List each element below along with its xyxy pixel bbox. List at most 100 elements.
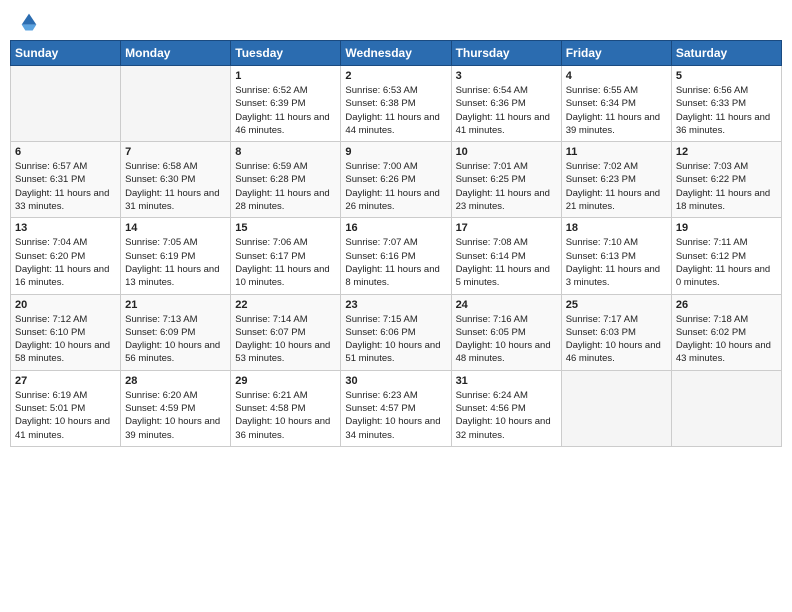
calendar-cell [671,370,781,446]
calendar-cell: 18 Sunrise: 7:10 AM Sunset: 6:13 PM Dayli… [561,218,671,294]
calendar-cell: 8 Sunrise: 6:59 AM Sunset: 6:28 PM Daylig… [231,142,341,218]
cell-content: Sunrise: 6:53 AM Sunset: 6:38 PM Dayligh… [345,84,446,137]
cell-content: Sunrise: 7:10 AM Sunset: 6:13 PM Dayligh… [566,236,667,289]
calendar-cell: 26 Sunrise: 7:18 AM Sunset: 6:02 PM Dayli… [671,294,781,370]
day-number: 26 [676,299,777,311]
day-header-friday: Friday [561,41,671,66]
day-number: 19 [676,222,777,234]
calendar-week-row: 20Sunrise: 7:12 AM Sunset: 6:10 PM Dayli… [11,294,782,370]
calendar-cell [121,66,231,142]
day-number: 2 [345,70,446,82]
cell-content: Sunrise: 7:13 AM Sunset: 6:09 PM Dayligh… [125,313,226,366]
day-number: 31 [456,375,557,387]
calendar-cell: 22Sunrise: 7:14 AM Sunset: 6:07 PM Dayli… [231,294,341,370]
day-number: 18 [566,222,667,234]
cell-content: Sunrise: 7:04 AM Sunset: 6:20 PM Dayligh… [15,236,116,289]
cell-content: Sunrise: 7:11 AM Sunset: 6:12 PM Dayligh… [676,236,777,289]
day-number: 6 [15,146,116,158]
calendar-cell: 3 Sunrise: 6:54 AM Sunset: 6:36 PM Daylig… [451,66,561,142]
day-number: 14 [125,222,226,234]
day-number: 22 [235,299,336,311]
day-number: 20 [15,299,116,311]
calendar-cell: 16Sunrise: 7:07 AM Sunset: 6:16 PM Dayli… [341,218,451,294]
calendar-cell: 1 Sunrise: 6:52 AM Sunset: 6:39 PM Daylig… [231,66,341,142]
calendar-cell: 6 Sunrise: 6:57 AM Sunset: 6:31 PM Daylig… [11,142,121,218]
day-number: 8 [235,146,336,158]
calendar-cell: 2 Sunrise: 6:53 AM Sunset: 6:38 PM Daylig… [341,66,451,142]
calendar-cell: 24 Sunrise: 7:16 AM Sunset: 6:05 PM Dayli… [451,294,561,370]
logo-icon [18,10,40,32]
cell-content: Sunrise: 6:54 AM Sunset: 6:36 PM Dayligh… [456,84,557,137]
day-number: 24 [456,299,557,311]
day-number: 4 [566,70,667,82]
day-header-thursday: Thursday [451,41,561,66]
day-number: 1 [235,70,336,82]
cell-content: Sunrise: 6:58 AM Sunset: 6:30 PM Dayligh… [125,160,226,213]
day-number: 30 [345,375,446,387]
calendar-cell: 23 Sunrise: 7:15 AM Sunset: 6:06 PM Dayli… [341,294,451,370]
day-number: 17 [456,222,557,234]
day-header-monday: Monday [121,41,231,66]
day-header-sunday: Sunday [11,41,121,66]
calendar-cell [11,66,121,142]
cell-content: Sunrise: 6:56 AM Sunset: 6:33 PM Dayligh… [676,84,777,137]
day-number: 29 [235,375,336,387]
cell-content: Sunrise: 6:55 AM Sunset: 6:34 PM Dayligh… [566,84,667,137]
cell-content: Sunrise: 7:17 AM Sunset: 6:03 PM Dayligh… [566,313,667,366]
cell-content: Sunrise: 7:16 AM Sunset: 6:05 PM Dayligh… [456,313,557,366]
calendar-cell: 25 Sunrise: 7:17 AM Sunset: 6:03 PM Dayli… [561,294,671,370]
day-number: 25 [566,299,667,311]
calendar-cell: 31 Sunrise: 6:24 AM Sunset: 4:56 PM Dayli… [451,370,561,446]
calendar-week-row: 27 Sunrise: 6:19 AM Sunset: 5:01 PM Dayli… [11,370,782,446]
day-number: 7 [125,146,226,158]
cell-content: Sunrise: 7:18 AM Sunset: 6:02 PM Dayligh… [676,313,777,366]
calendar-cell: 30 Sunrise: 6:23 AM Sunset: 4:57 PM Dayli… [341,370,451,446]
day-header-wednesday: Wednesday [341,41,451,66]
calendar-cell: 9Sunrise: 7:00 AM Sunset: 6:26 PM Daylig… [341,142,451,218]
calendar-cell: 28Sunrise: 6:20 AM Sunset: 4:59 PM Dayli… [121,370,231,446]
day-header-saturday: Saturday [671,41,781,66]
cell-content: Sunrise: 7:01 AM Sunset: 6:25 PM Dayligh… [456,160,557,213]
calendar-week-row: 1 Sunrise: 6:52 AM Sunset: 6:39 PM Daylig… [11,66,782,142]
day-number: 9 [345,146,446,158]
day-number: 3 [456,70,557,82]
cell-content: Sunrise: 6:59 AM Sunset: 6:28 PM Dayligh… [235,160,336,213]
day-number: 11 [566,146,667,158]
calendar-cell: 27 Sunrise: 6:19 AM Sunset: 5:01 PM Dayli… [11,370,121,446]
calendar-cell [561,370,671,446]
cell-content: Sunrise: 6:24 AM Sunset: 4:56 PM Dayligh… [456,389,557,442]
calendar-cell: 20Sunrise: 7:12 AM Sunset: 6:10 PM Dayli… [11,294,121,370]
cell-content: Sunrise: 6:23 AM Sunset: 4:57 PM Dayligh… [345,389,446,442]
calendar-cell: 21Sunrise: 7:13 AM Sunset: 6:09 PM Dayli… [121,294,231,370]
day-number: 12 [676,146,777,158]
calendar-week-row: 6 Sunrise: 6:57 AM Sunset: 6:31 PM Daylig… [11,142,782,218]
cell-content: Sunrise: 6:52 AM Sunset: 6:39 PM Dayligh… [235,84,336,137]
calendar-cell: 19 Sunrise: 7:11 AM Sunset: 6:12 PM Dayli… [671,218,781,294]
day-number: 13 [15,222,116,234]
cell-content: Sunrise: 7:15 AM Sunset: 6:06 PM Dayligh… [345,313,446,366]
logo [14,10,40,32]
calendar-table: SundayMondayTuesdayWednesdayThursdayFrid… [10,40,782,447]
day-number: 16 [345,222,446,234]
day-number: 5 [676,70,777,82]
day-header-tuesday: Tuesday [231,41,341,66]
cell-content: Sunrise: 7:03 AM Sunset: 6:22 PM Dayligh… [676,160,777,213]
cell-content: Sunrise: 6:57 AM Sunset: 6:31 PM Dayligh… [15,160,116,213]
calendar-header-row: SundayMondayTuesdayWednesdayThursdayFrid… [11,41,782,66]
calendar-cell: 12 Sunrise: 7:03 AM Sunset: 6:22 PM Dayli… [671,142,781,218]
calendar-cell: 5 Sunrise: 6:56 AM Sunset: 6:33 PM Daylig… [671,66,781,142]
calendar-cell: 4 Sunrise: 6:55 AM Sunset: 6:34 PM Daylig… [561,66,671,142]
calendar-cell: 17Sunrise: 7:08 AM Sunset: 6:14 PM Dayli… [451,218,561,294]
day-number: 28 [125,375,226,387]
calendar-cell: 7 Sunrise: 6:58 AM Sunset: 6:30 PM Daylig… [121,142,231,218]
calendar-cell: 29 Sunrise: 6:21 AM Sunset: 4:58 PM Dayli… [231,370,341,446]
cell-content: Sunrise: 7:05 AM Sunset: 6:19 PM Dayligh… [125,236,226,289]
day-number: 10 [456,146,557,158]
calendar-cell: 15Sunrise: 7:06 AM Sunset: 6:17 PM Dayli… [231,218,341,294]
calendar-cell: 13 Sunrise: 7:04 AM Sunset: 6:20 PM Dayli… [11,218,121,294]
day-number: 23 [345,299,446,311]
cell-content: Sunrise: 6:19 AM Sunset: 5:01 PM Dayligh… [15,389,116,442]
cell-content: Sunrise: 7:02 AM Sunset: 6:23 PM Dayligh… [566,160,667,213]
day-number: 27 [15,375,116,387]
cell-content: Sunrise: 6:21 AM Sunset: 4:58 PM Dayligh… [235,389,336,442]
